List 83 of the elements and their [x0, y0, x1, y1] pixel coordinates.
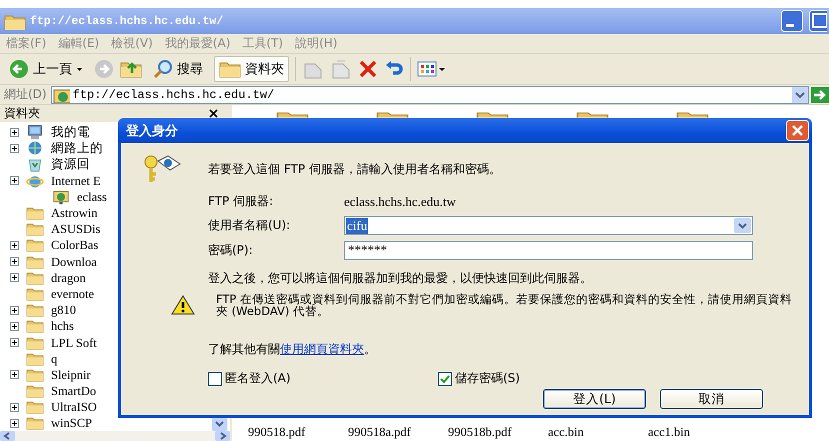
- expand-icon[interactable]: [10, 128, 19, 137]
- file-name[interactable]: 990518b.pdf: [448, 425, 548, 440]
- tree-item[interactable]: q: [51, 352, 58, 366]
- folder-icon: [24, 221, 46, 238]
- tree-item[interactable]: Internet E: [51, 174, 101, 188]
- file-name[interactable]: acc1.bin: [648, 425, 748, 440]
- tree-item[interactable]: SmartDo: [51, 384, 96, 398]
- maximize-icon[interactable]: [809, 10, 827, 32]
- dialog-title: 登入身分: [126, 122, 178, 140]
- login-button[interactable]: 登入(L): [543, 389, 646, 409]
- expand-icon[interactable]: [10, 402, 19, 412]
- tree-item[interactable]: g810: [51, 303, 76, 318]
- folder-icon: [24, 302, 46, 318]
- tree-item[interactable]: evernote: [51, 286, 94, 301]
- folder-icon: [24, 383, 46, 400]
- folder-icon: [24, 415, 46, 431]
- learn-more-text: 了解其他有關使用網頁資料夾。: [208, 341, 377, 358]
- folder-icon: [24, 205, 46, 222]
- tree-item[interactable]: dragon: [51, 270, 86, 285]
- intro-text: 若要登入這個 FTP 伺服器，請輸入使用者名稱和密碼。: [208, 160, 501, 178]
- warning-text: FTP 在傳送密碼或資料到伺服器前不對它們加密或編碼。若要保護您的密碼和資料的安全性，請使用網頁資料夾 (WebDAV) 代替。: [216, 293, 794, 317]
- warning-icon: [171, 295, 195, 315]
- search-icon: [153, 59, 173, 79]
- folder-icon: [24, 399, 46, 416]
- checkmark-icon: [439, 372, 451, 384]
- pane-title: 資料夾: [4, 105, 40, 122]
- folders-button[interactable]: 資料夾: [214, 56, 289, 82]
- file-name[interactable]: 990518a.pdf: [348, 425, 448, 440]
- checkbox[interactable]: 匿名登入(A): [208, 370, 438, 387]
- ftp-site-icon: [52, 86, 70, 102]
- tree-item[interactable]: ASUSDis: [51, 222, 100, 236]
- file-name[interactable]: 990518.pdf: [248, 425, 348, 440]
- tree-item[interactable]: ColorBas: [51, 238, 98, 252]
- field-label: FTP 伺服器:: [208, 193, 274, 210]
- expand-icon[interactable]: [10, 240, 19, 250]
- folder-icon: [24, 237, 46, 254]
- window-title: ftp://eclass.hchs.hc.edu.tw/: [30, 14, 224, 28]
- expand-icon[interactable]: [10, 176, 19, 186]
- horizontal-scrollbar[interactable]: [0, 431, 230, 441]
- cancel-button[interactable]: 取消: [660, 389, 763, 409]
- field-label: 使用者名稱(U):: [208, 217, 292, 234]
- dropdown-icon[interactable]: [734, 218, 751, 233]
- expand-icon[interactable]: [10, 144, 19, 153]
- expand-icon[interactable]: [10, 257, 19, 266]
- minimize-icon[interactable]: [781, 10, 803, 32]
- tree-item[interactable]: Astrowin: [51, 206, 98, 220]
- scroll-left-icon[interactable]: [0, 431, 15, 441]
- tree-item[interactable]: Sleipnir: [51, 368, 91, 382]
- tree-item[interactable]: eclass: [77, 190, 107, 204]
- tree-item[interactable]: 網路上的: [51, 141, 103, 156]
- close-icon[interactable]: [209, 109, 218, 118]
- go-arrow-icon[interactable]: [811, 86, 829, 102]
- folder-icon: [24, 318, 46, 334]
- tree-item[interactable]: LPL Soft: [51, 336, 97, 350]
- tree-item[interactable]: Downloa: [51, 254, 97, 269]
- expand-icon[interactable]: [10, 338, 19, 348]
- tree-item[interactable]: winSCP: [51, 416, 92, 430]
- username-field[interactable]: cifu: [344, 216, 753, 235]
- delete-icon[interactable]: [358, 59, 378, 79]
- tree-item[interactable]: UltraISO: [51, 400, 97, 414]
- views-icon[interactable]: [417, 59, 447, 79]
- expand-icon[interactable]: [10, 273, 19, 282]
- expand-icon[interactable]: [10, 370, 19, 380]
- tree-item[interactable]: 資源回: [51, 157, 90, 172]
- checkbox[interactable]: 儲存密碼(S): [438, 370, 668, 387]
- address-field[interactable]: ftp://eclass.hchs.hc.edu.tw/: [50, 86, 809, 104]
- scroll-down-icon[interactable]: [212, 417, 227, 431]
- file-name[interactable]: acc.bin: [548, 425, 648, 440]
- tree-item[interactable]: 我的電: [51, 125, 90, 140]
- tree-item[interactable]: hchs: [51, 319, 74, 334]
- password-field[interactable]: ******: [344, 241, 753, 260]
- expand-icon[interactable]: [10, 322, 19, 331]
- server-address: eclass.hchs.hc.edu.tw: [344, 194, 457, 210]
- scroll-right-icon[interactable]: [215, 431, 230, 441]
- dropdown-icon[interactable]: [792, 86, 808, 102]
- expand-icon[interactable]: [10, 306, 19, 315]
- address-label: 網址(D): [4, 86, 47, 103]
- info-text: 登入之後，您可以將這個伺服器加到我的最愛，以便快速回到此伺服器。: [208, 270, 593, 287]
- field-label: 密碼(P):: [208, 242, 254, 259]
- search-button[interactable]: 搜尋: [148, 56, 208, 82]
- back-button[interactable]: 上一頁: [4, 56, 88, 82]
- webfolder-link[interactable]: 使用網頁資料夾: [280, 342, 364, 356]
- expand-icon[interactable]: [10, 418, 19, 428]
